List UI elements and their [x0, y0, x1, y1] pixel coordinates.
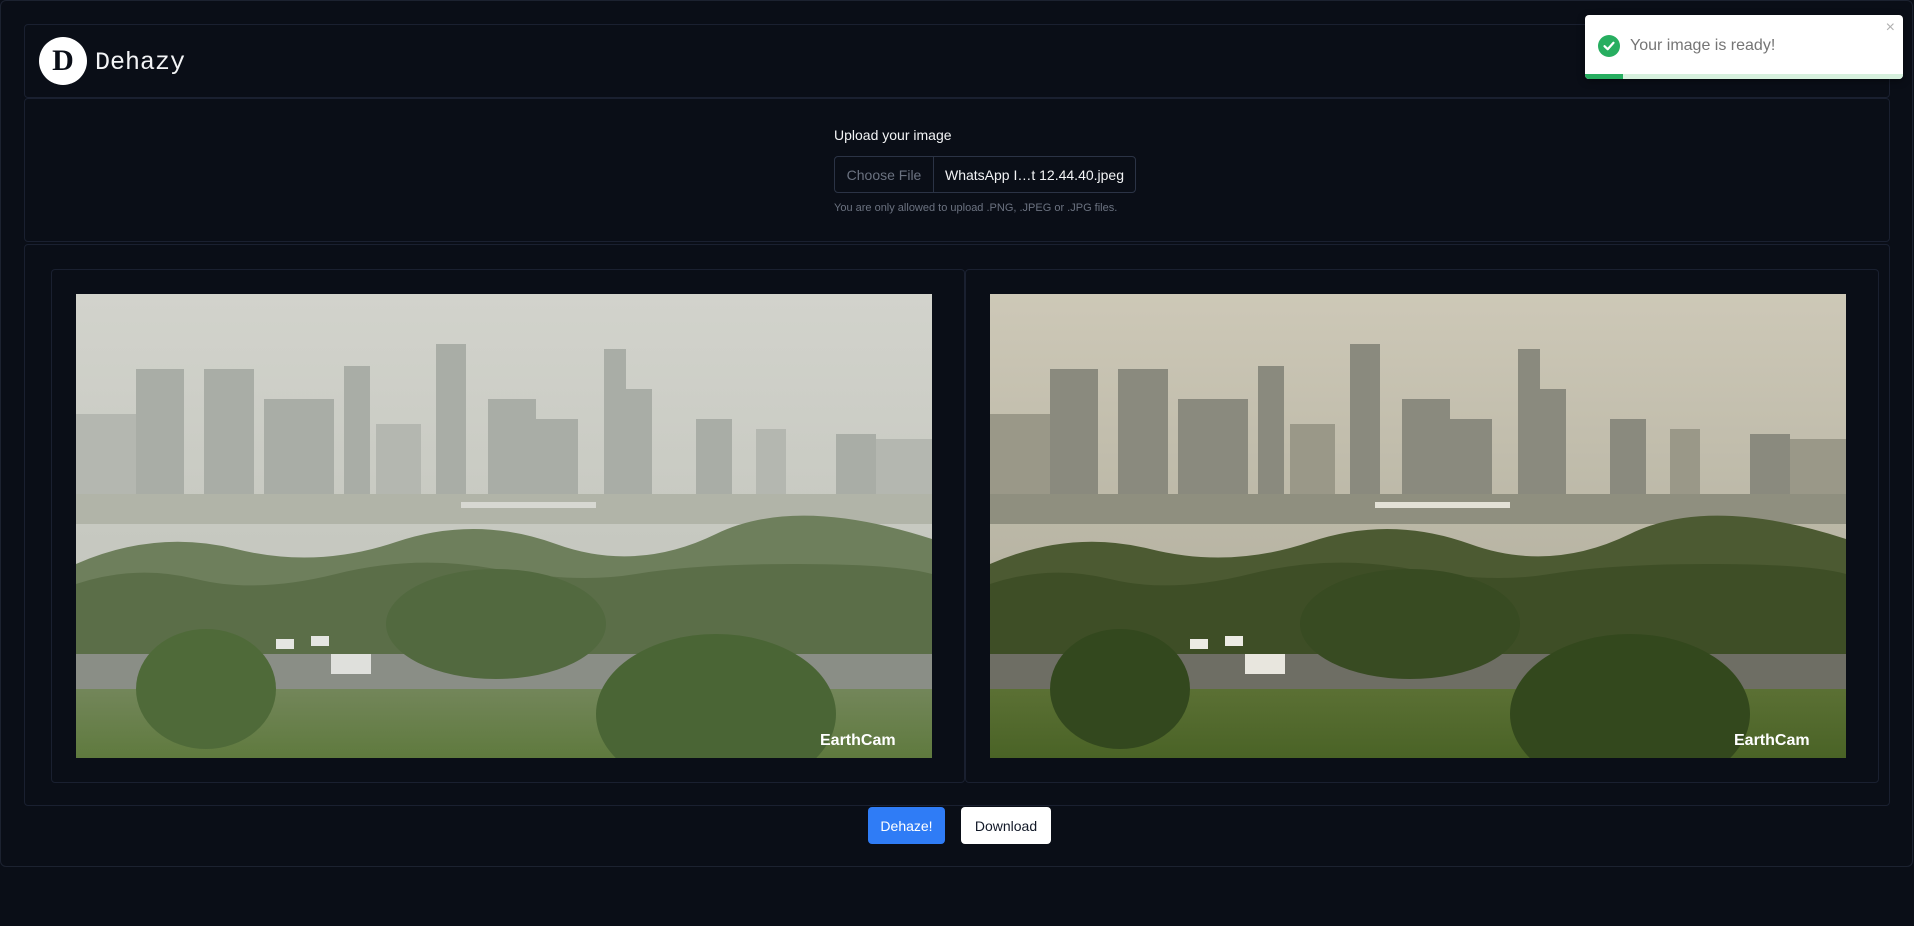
toast-progress-track [1585, 74, 1903, 79]
original-watermark: EarthCam [820, 732, 896, 749]
file-input[interactable]: Choose File WhatsApp I…t 12.44.40.jpeg [834, 156, 1136, 193]
dehazed-image-card: EarthCam [965, 269, 1879, 783]
upload-panel: Upload your image Choose File WhatsApp I… [24, 98, 1890, 242]
hazy-city-photo: EarthCam [76, 294, 932, 758]
app-title: Dehazy [95, 48, 186, 77]
dehazed-image: EarthCam [990, 294, 1846, 758]
logo-icon[interactable]: D [39, 37, 87, 85]
choose-file-button[interactable]: Choose File [835, 157, 934, 192]
dehazed-watermark: EarthCam [1734, 732, 1810, 749]
toast-message: Your image is ready! [1630, 37, 1776, 54]
original-image: EarthCam [76, 294, 932, 758]
upload-label: Upload your image [834, 127, 952, 143]
selected-file-name: WhatsApp I…t 12.44.40.jpeg [945, 166, 1124, 183]
images-panel: EarthCam EarthCam [24, 244, 1890, 806]
toast-progress-bar [1585, 74, 1624, 79]
upload-help-text: You are only allowed to upload .PNG, .JP… [834, 202, 1118, 214]
check-circle-icon [1598, 35, 1620, 57]
download-button[interactable]: Download [961, 807, 1051, 844]
dehaze-button[interactable]: Dehaze! [868, 807, 945, 844]
dehazed-city-photo: EarthCam [990, 294, 1846, 758]
close-icon[interactable]: × [1886, 19, 1895, 37]
logo-letter: D [52, 44, 74, 77]
original-image-card: EarthCam [51, 269, 965, 783]
success-toast: Your image is ready! × [1585, 15, 1903, 79]
